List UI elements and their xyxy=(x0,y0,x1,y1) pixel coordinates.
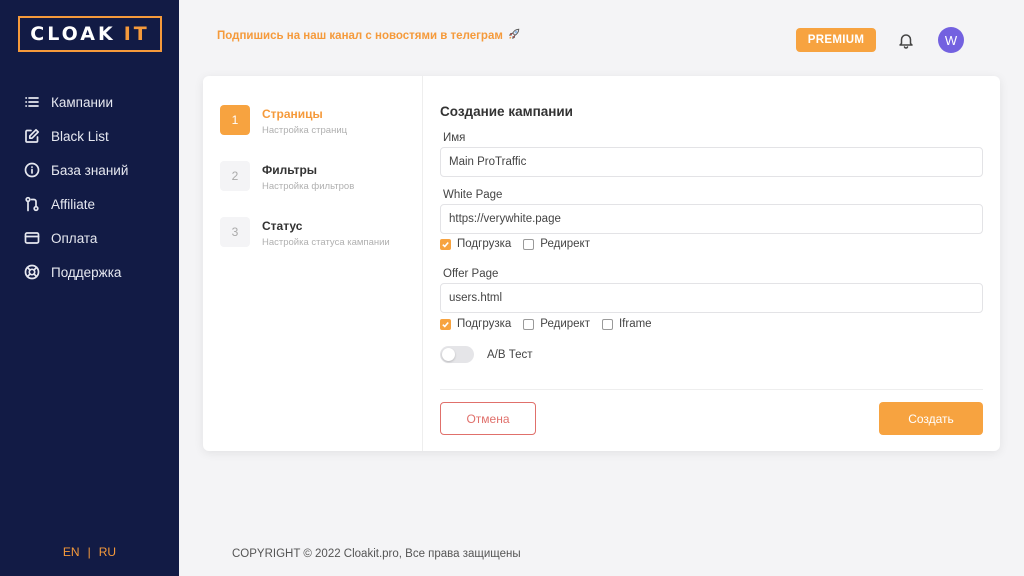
premium-button[interactable]: PREMIUM xyxy=(796,28,876,52)
bell-icon[interactable] xyxy=(897,31,915,49)
offer-page-load-checkbox[interactable]: Подгрузка xyxy=(440,318,511,330)
step-number: 1 xyxy=(220,105,250,135)
edit-icon xyxy=(24,128,40,144)
git-pull-request-icon xyxy=(24,196,40,212)
step-title: Страницы xyxy=(262,107,323,121)
sidebar-item-label: Поддержка xyxy=(51,264,122,280)
white-page-redirect-checkbox[interactable]: Редирект xyxy=(523,238,590,250)
step-subtitle: Настройка фильтров xyxy=(262,181,355,192)
step-pages[interactable]: 1 Страницы Настройка страниц xyxy=(220,105,347,136)
logo[interactable]: CLOAK IT xyxy=(18,16,162,52)
sidebar-item-campaigns[interactable]: Кампании xyxy=(0,85,179,119)
name-label: Имя xyxy=(443,132,466,144)
step-number: 3 xyxy=(220,217,250,247)
offer-page-redirect-checkbox[interactable]: Редирект xyxy=(523,318,590,330)
sidebar-item-label: Black List xyxy=(51,128,109,144)
cancel-button[interactable]: Отмена xyxy=(440,402,536,435)
user-avatar[interactable]: W xyxy=(938,27,964,53)
step-subtitle: Настройка статуса кампании xyxy=(262,237,390,248)
checkbox-checked xyxy=(440,238,451,250)
ab-test-label: A/B Тест xyxy=(487,348,533,361)
offer-page-iframe-checkbox[interactable]: Iframe xyxy=(601,318,652,330)
ab-test-row: A/B Тест xyxy=(440,346,533,363)
step-subtitle: Настройка страниц xyxy=(262,125,348,136)
life-buoy-icon xyxy=(24,264,40,280)
checkbox-unchecked xyxy=(523,238,535,250)
sidebar-item-blacklist[interactable]: Black List xyxy=(0,119,179,153)
checkbox-label: Подгрузка xyxy=(457,238,512,250)
sidebar-item-support[interactable]: Поддержка xyxy=(0,255,179,289)
checkbox-label: Редирект xyxy=(540,238,590,250)
checkbox-label: Iframe xyxy=(618,318,652,330)
checkbox-checked xyxy=(440,318,451,330)
info-icon xyxy=(24,162,40,178)
form-divider xyxy=(440,389,983,390)
lang-separator: | xyxy=(87,545,91,559)
sidebar-item-label: База знаний xyxy=(51,162,129,178)
create-button[interactable]: Создать xyxy=(879,402,983,435)
lang-ru[interactable]: RU xyxy=(99,545,116,559)
logo-main: CLOAK xyxy=(30,23,116,45)
step-filters[interactable]: 2 Фильтры Настройка фильтров xyxy=(220,161,354,192)
language-switcher: EN | RU xyxy=(0,545,179,559)
step-title: Статус xyxy=(262,219,303,233)
checkbox-label: Подгрузка xyxy=(457,318,512,330)
offer-page-input[interactable] xyxy=(440,283,983,313)
sidebar-item-knowledge-base[interactable]: База знаний xyxy=(0,153,179,187)
step-status[interactable]: 3 Статус Настройка статуса кампании xyxy=(220,217,390,248)
credit-card-icon xyxy=(24,230,40,246)
sidebar: CLOAK IT Кампании Black List База знаний … xyxy=(0,0,179,576)
lang-en[interactable]: EN xyxy=(63,545,80,559)
sidebar-item-label: Кампании xyxy=(51,94,114,110)
form-title: Создание кампании xyxy=(440,104,573,119)
list-icon xyxy=(24,94,40,110)
logo-accent: IT xyxy=(123,23,150,45)
offer-page-options: Подгрузка Редирект Iframe xyxy=(440,318,664,330)
white-page-options: Подгрузка Редирект xyxy=(440,238,602,250)
checkbox-unchecked xyxy=(601,318,613,330)
toggle-knob xyxy=(442,348,455,361)
offer-page-label: Offer Page xyxy=(443,268,499,280)
checkbox-unchecked xyxy=(523,318,535,330)
sidebar-item-affiliate[interactable]: Affiliate xyxy=(0,187,179,221)
telegram-promo-link[interactable]: Подпишись на наш канал с новостями в тел… xyxy=(217,27,521,44)
name-input[interactable] xyxy=(440,147,983,177)
sidebar-item-payment[interactable]: Оплата xyxy=(0,221,179,255)
footer-copyright: COPYRIGHT © 2022 Cloakit.pro, Все права … xyxy=(232,548,521,560)
rocket-icon xyxy=(503,27,521,44)
ab-test-toggle[interactable] xyxy=(440,346,474,363)
promo-text: Подпишись на наш канал с новостями в тел… xyxy=(217,29,503,42)
sidebar-nav: Кампании Black List База знаний Affiliat… xyxy=(0,85,179,289)
steps-panel: 1 Страницы Настройка страниц 2 Фильтры Н… xyxy=(203,76,423,451)
checkbox-label: Редирект xyxy=(540,318,590,330)
campaign-card: 1 Страницы Настройка страниц 2 Фильтры Н… xyxy=(203,76,1000,451)
step-title: Фильтры xyxy=(262,163,318,177)
white-page-label: White Page xyxy=(443,189,503,201)
sidebar-item-label: Affiliate xyxy=(51,196,96,212)
white-page-input[interactable] xyxy=(440,204,983,234)
step-number: 2 xyxy=(220,161,250,191)
sidebar-item-label: Оплата xyxy=(51,230,98,246)
white-page-load-checkbox[interactable]: Подгрузка xyxy=(440,238,511,250)
